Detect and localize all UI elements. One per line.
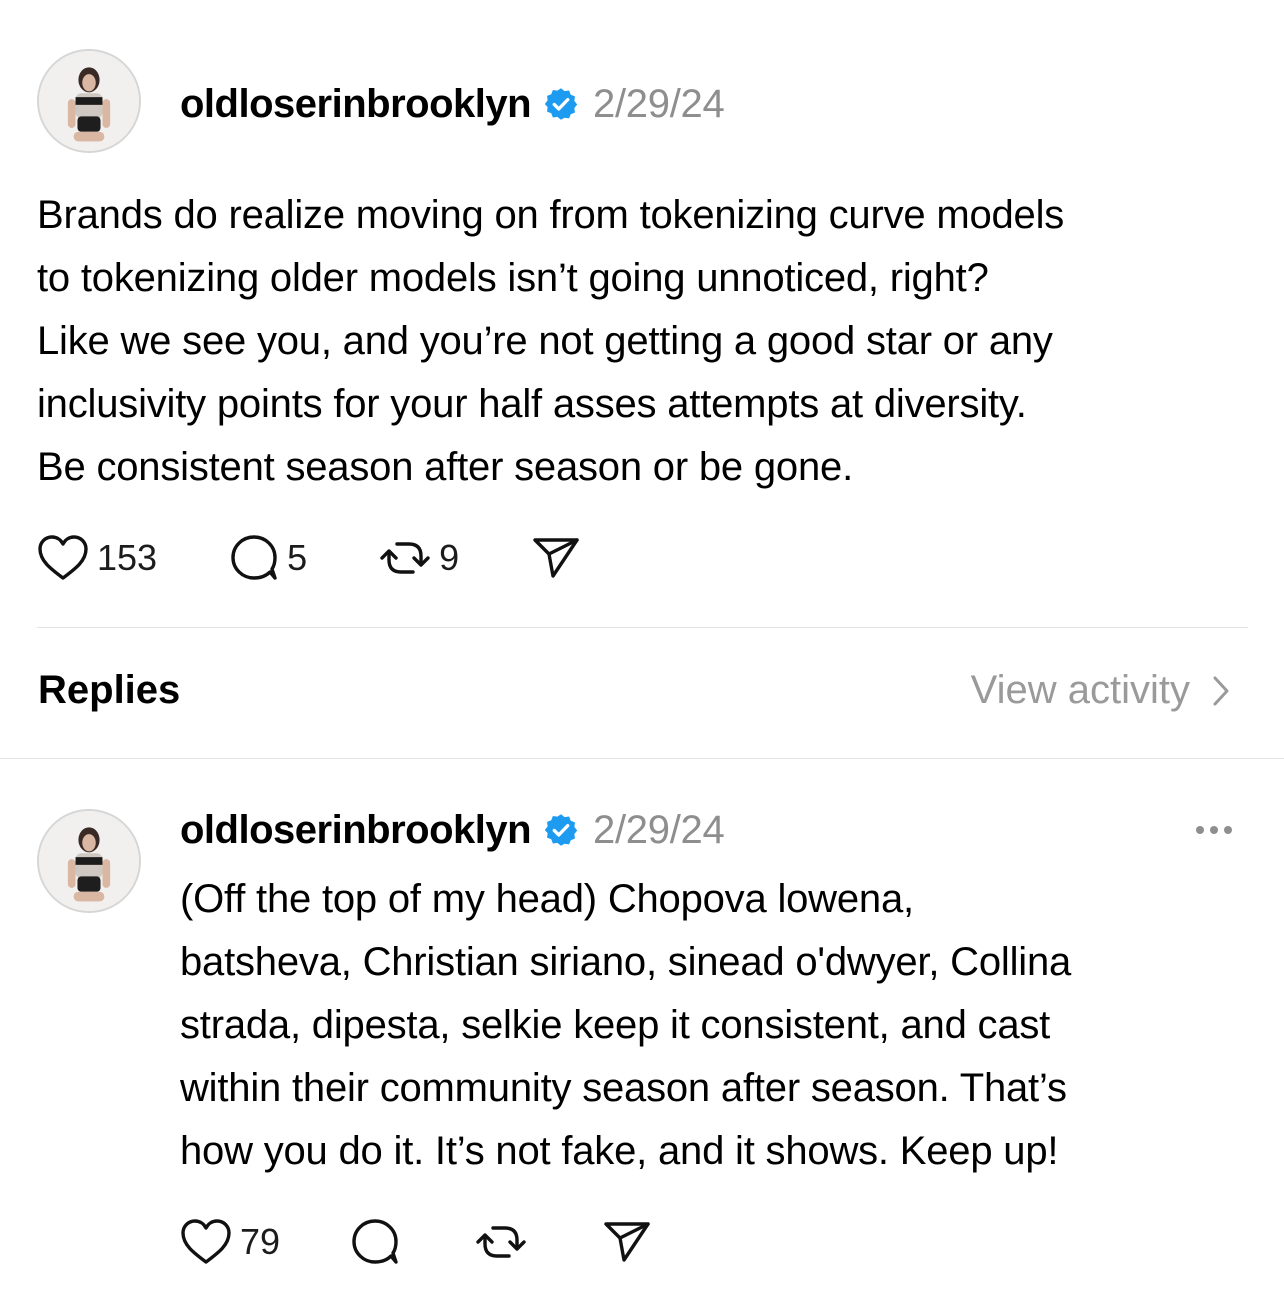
post-text-line: Be consistent season after season or be …	[37, 445, 853, 489]
post-text: Brands do realize moving on from tokeniz…	[37, 184, 1064, 499]
post-actions: 153 5 9	[37, 528, 581, 588]
more-options-button[interactable]	[1194, 818, 1234, 842]
replies-divider	[0, 758, 1284, 759]
post-date: 2/29/24	[593, 81, 725, 126]
reply-text: (Off the top of my head) Chopova lowena,…	[180, 868, 1071, 1183]
like-button[interactable]: 153	[37, 534, 157, 582]
view-activity-link[interactable]: View activity	[971, 668, 1230, 713]
post-text-line: Brands do realize moving on from tokeniz…	[37, 193, 1065, 237]
post-text-line: to tokenizing older models isn’t going u…	[37, 256, 989, 300]
post-divider	[37, 627, 1248, 628]
reply-like-count: 79	[240, 1221, 281, 1262]
reply-header: oldloserinbrooklyn 2/29/24	[180, 800, 725, 860]
send-icon	[604, 1222, 650, 1262]
reply-text-line: how you do it. It’s not fake, and it sho…	[180, 1129, 1059, 1173]
more-icon	[1196, 826, 1232, 834]
reply-date: 2/29/24	[593, 807, 725, 852]
verified-badge-icon	[543, 812, 579, 848]
reply-text-line: strada, dipesta, selkie keep it consiste…	[180, 1003, 1051, 1047]
view-activity-label: View activity	[970, 668, 1190, 712]
comment-icon	[352, 1219, 398, 1264]
repost-icon	[380, 542, 430, 574]
heart-icon	[181, 1219, 231, 1264]
avatar-photo-icon	[39, 811, 139, 911]
chevron-right-icon	[1213, 676, 1229, 705]
repost-count: 9	[439, 537, 460, 578]
replies-title: Replies	[38, 668, 181, 712]
repost-icon	[476, 1226, 526, 1258]
verified-badge-icon	[543, 86, 579, 122]
reply-username[interactable]: oldloserinbrooklyn	[180, 808, 532, 853]
repost-button[interactable]: 9	[379, 534, 459, 582]
username[interactable]: oldloserinbrooklyn	[180, 82, 532, 127]
post-text-line: inclusivity points for your half asses a…	[37, 382, 1027, 426]
comment-button[interactable]: 5	[229, 534, 307, 582]
reply-text-line: within their community season after seas…	[180, 1066, 1067, 1110]
reply-actions: 79	[180, 1212, 652, 1272]
user-avatar[interactable]	[37, 49, 141, 153]
reply-like-button[interactable]: 79	[180, 1218, 280, 1266]
share-button[interactable]	[531, 534, 581, 582]
reply-text-line: (Off the top of my head) Chopova lowena,	[180, 877, 914, 921]
avatar-photo-icon	[39, 51, 139, 151]
post-header: oldloserinbrooklyn 2/29/24	[180, 74, 725, 134]
send-icon	[533, 538, 579, 578]
reply-share-button[interactable]	[602, 1218, 652, 1266]
reply-repost-button[interactable]	[475, 1218, 527, 1266]
heart-icon	[38, 535, 88, 580]
like-count: 153	[97, 537, 158, 578]
reply-comment-button[interactable]	[350, 1218, 400, 1266]
main-post: oldloserinbrooklyn 2/29/24 Brands do rea…	[0, 0, 1284, 620]
reply-user-avatar[interactable]	[37, 809, 141, 913]
reply-post: oldloserinbrooklyn 2/29/24 (Off the top …	[0, 760, 1284, 1310]
reply-text-line: batsheva, Christian siriano, sinead o'dw…	[180, 940, 1072, 984]
comment-count: 5	[287, 537, 308, 578]
post-text-line: Like we see you, and you’re not getting …	[37, 319, 1053, 363]
comment-icon	[231, 535, 277, 580]
